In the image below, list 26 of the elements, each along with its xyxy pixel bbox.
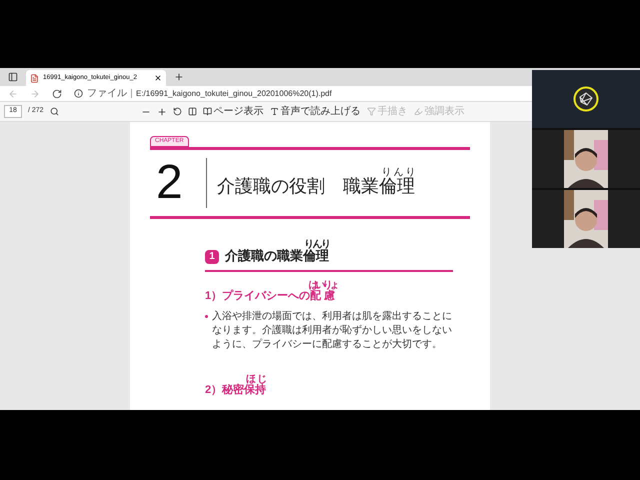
info-icon <box>74 89 83 98</box>
funnel-icon <box>366 107 376 116</box>
close-icon[interactable] <box>154 74 162 82</box>
book-icon <box>202 107 212 116</box>
rotate-icon[interactable] <box>172 107 182 116</box>
section-number: 1 <box>205 250 219 264</box>
pdf-file-icon <box>30 74 39 82</box>
subsection-heading: 1）プライバシーへの配慮 はいりょ <box>205 280 338 304</box>
search-icon[interactable] <box>50 107 59 116</box>
reload-icon[interactable] <box>52 88 62 98</box>
fit-page-icon[interactable] <box>188 107 197 116</box>
chapter-title: 介護職の役割 職業倫理 りんり <box>217 166 415 198</box>
chapter-number: 2 <box>156 159 184 207</box>
highlighter-icon <box>414 107 423 116</box>
toolbar-button[interactable]: 音声で読み上げる <box>270 104 361 119</box>
network-logo-icon <box>573 86 599 112</box>
text-icon <box>270 107 279 116</box>
subsection-heading: 2）秘密保持 ほじ <box>205 374 268 398</box>
new-tab-icon[interactable] <box>174 72 184 82</box>
tab-actions-icon[interactable] <box>8 72 18 82</box>
zoom-in-icon[interactable] <box>156 106 167 116</box>
section-heading: 介護職の職業倫理 りんり <box>225 239 329 265</box>
body-paragraph: 入浴や排泄の場面では、利用者は肌を露出することになります。介護職は利用者が恥ずかしい思いをしないように、プライバシーに配慮することが大切です。 <box>212 310 453 352</box>
address-url: E:/16991_kaigono_tokutei_ginou_20201006%20(1).pdf <box>136 88 332 100</box>
address-label: ファイル <box>87 87 127 101</box>
toolbar-button[interactable]: ページ表示 <box>202 104 264 119</box>
